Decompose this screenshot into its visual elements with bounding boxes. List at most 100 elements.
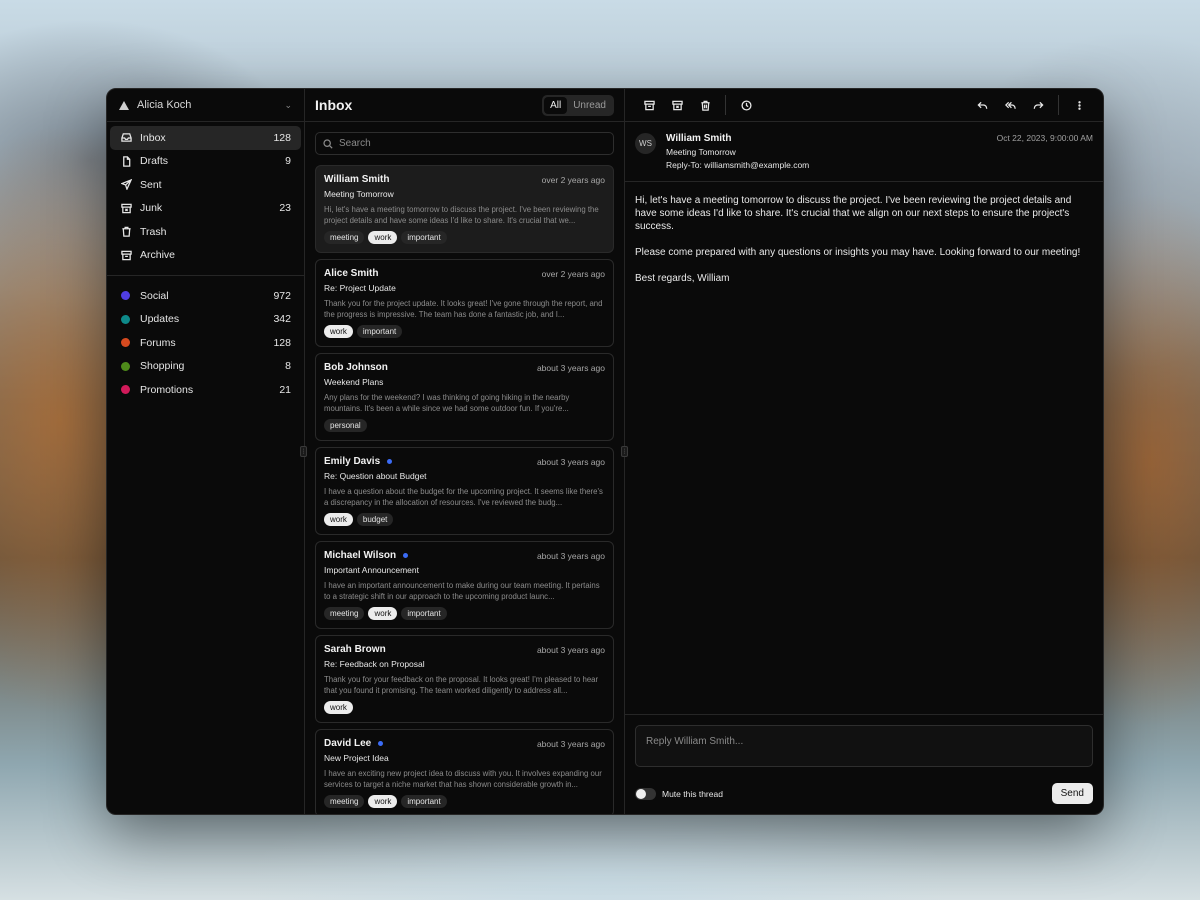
resize-handle-left[interactable]: ⋮ [300,446,307,457]
mail-subject: Re: Feedback on Proposal [324,659,425,669]
mail-tags: personal [324,419,605,432]
resize-handle-right[interactable]: ⋮ [621,446,628,457]
more-options-button[interactable] [1065,93,1093,117]
mail-window: Alicia Koch ⌄ Inbox 128 Drafts 9 Sent Junk 23 T… [106,88,1104,815]
sidebar-item-forums[interactable]: Forums 128 [110,331,301,355]
reply-box: Mute this thread Send [625,714,1103,814]
sidebar-item-count: 21 [279,383,291,396]
tag-badge: budget [356,513,394,526]
sidebar-item-count: 8 [285,360,291,373]
list-item[interactable]: Alice Smith over 2 years ago Re: Project U… [315,259,614,347]
category-color-dot [121,361,130,371]
mail-preview: I have a question about the budget for t… [324,487,603,507]
mail-subject: Meeting Tomorrow [324,189,394,199]
reply-to-label: Reply-To: [666,160,702,170]
message-subject: Meeting Tomorrow [666,147,736,157]
sidebar-item-social[interactable]: Social 972 [110,284,301,308]
tag-badge: meeting [324,231,365,244]
sidebar-item-updates[interactable]: Updates 342 [110,308,301,332]
reply-all-icon [1004,101,1016,109]
trash-button[interactable] [691,93,719,117]
tag-badge: important [401,607,447,620]
mail-time: over 2 years ago [541,268,605,279]
list-item[interactable]: Emily Davis about 3 years ago Re: Question… [315,447,614,535]
page-title: Inbox [315,97,353,113]
list-item[interactable]: Bob Johnson about 3 years ago Weekend Plan… [315,353,614,441]
sidebar-item-label: Promotions [140,383,194,396]
account-switcher[interactable]: Alicia Koch ⌄ [107,89,304,122]
search-icon [323,138,333,149]
mail-subject: New Project Idea [324,753,389,763]
reply-button[interactable] [968,93,996,117]
mail-tags: meeting work important [324,795,605,808]
tag-badge: important [356,325,403,338]
send-button[interactable]: Send [1051,783,1093,804]
mail-list-panel: Inbox All Unread Search William Smith ove… [300,89,628,814]
sidebar-item-sent[interactable]: Sent [110,173,301,197]
sidebar-item-label: Archive [140,249,176,262]
search-input[interactable]: Search [315,132,614,155]
snooze-button[interactable] [732,93,760,117]
mail-preview: I have an exciting new project idea to d… [324,769,602,789]
tag-badge: meeting [324,607,365,620]
toolbar-divider [1058,95,1059,115]
sidebar-item-count: 23 [279,202,291,215]
list-item[interactable]: Michael Wilson about 3 years ago Important… [315,541,614,629]
sidebar: Alicia Koch ⌄ Inbox 128 Drafts 9 Sent Junk 23 T… [107,89,305,814]
archive-button[interactable] [635,93,663,117]
mail-preview: Thank you for your feedback on the propo… [324,675,599,695]
mail-preview: Any plans for the weekend? I was thinkin… [324,393,570,413]
avatar: WS [635,133,656,154]
mute-toggle[interactable] [635,787,656,800]
clock-icon [740,99,752,111]
message-body: Hi, let's have a meeting tomorrow to dis… [625,182,1103,714]
mail-preview: Thank you for the project update. It loo… [324,299,603,319]
mail-sender: David Lee [324,738,372,749]
tag-badge: work [324,325,353,338]
chevron-down-icon: ⌄ [284,99,292,110]
list-item[interactable]: William Smith over 2 years ago Meeting Tom… [315,165,614,253]
sidebar-item-promotions[interactable]: Promotions 21 [110,378,301,402]
mail-sender: William Smith [324,174,390,185]
list-item[interactable]: David Lee about 3 years ago New Project Id… [315,729,614,814]
tab-all[interactable]: All [544,96,568,114]
mail-preview: I have an important announcement to make… [324,581,600,601]
mail-subject: Important Announcement [324,565,419,575]
sidebar-item-label: Trash [140,225,167,238]
mail-sender: Michael Wilson [324,550,397,561]
mail-sender: Bob Johnson [324,362,388,373]
sender-name: William Smith [666,133,732,144]
sidebar-item-drafts[interactable]: Drafts 9 [110,150,301,174]
tab-unread[interactable]: Unread [567,97,612,114]
mail-sender: Alice Smith [324,268,379,279]
more-vertical-icon [1077,100,1081,110]
mail-time: about 3 years ago [536,738,605,749]
mail-tags: work [324,701,605,714]
category-color-dot [121,314,130,324]
reply-all-button[interactable] [996,93,1024,117]
sidebar-item-inbox[interactable]: Inbox 128 [110,126,301,150]
reply-icon [976,101,987,109]
inbox-icon [120,132,132,144]
tag-badge: work [368,795,398,808]
mail-tags: meeting work important [324,607,605,620]
reply-textarea[interactable] [635,725,1093,767]
body-paragraph: Please come prepared with any questions … [635,247,1081,258]
body-paragraph: Best regards, William [635,273,730,284]
list-item[interactable]: Sarah Brown about 3 years ago Re: Feedback… [315,635,614,723]
message-date: Oct 22, 2023, 9:00:00 AM [996,133,1093,143]
tag-badge: work [368,607,398,620]
reply-to-address: williamsmith@example.com [704,160,810,170]
sidebar-item-label: Inbox [140,131,166,144]
sidebar-item-archive[interactable]: Archive [110,244,301,268]
unread-indicator [378,741,384,746]
file-icon [120,155,132,167]
move-to-junk-button[interactable] [663,93,691,117]
sidebar-item-shopping[interactable]: Shopping 8 [110,355,301,379]
mail-tags: work important [324,325,605,338]
sidebar-item-label: Junk [140,202,163,215]
search-placeholder: Search [339,138,371,149]
forward-button[interactable] [1024,93,1052,117]
sidebar-item-trash[interactable]: Trash [110,220,301,244]
sidebar-item-junk[interactable]: Junk 23 [110,197,301,221]
